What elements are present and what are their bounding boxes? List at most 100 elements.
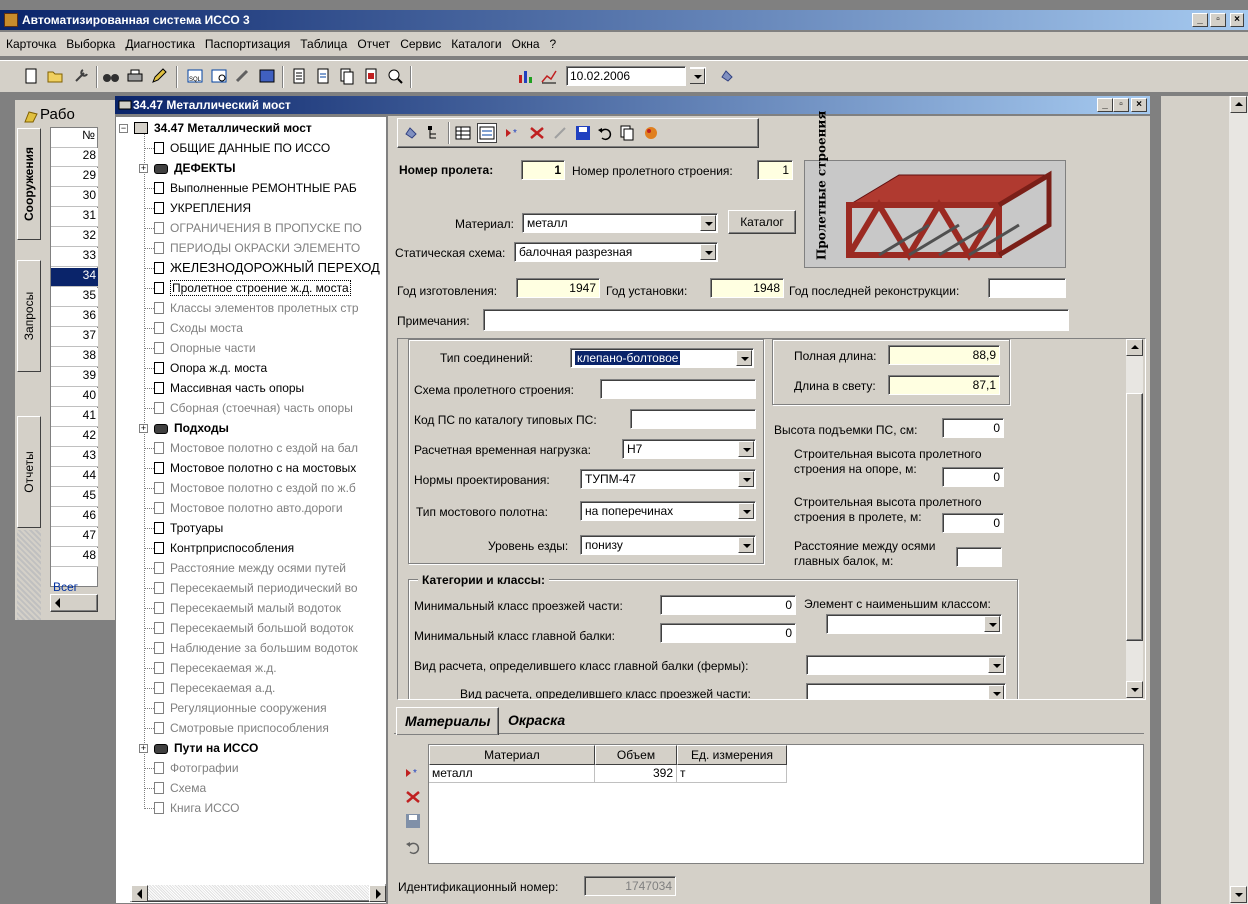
tree-item[interactable]: Книга ИССО	[154, 799, 239, 817]
height-support-field[interactable]: 0	[942, 467, 1004, 487]
parameters-vscrollbar[interactable]	[1126, 339, 1143, 699]
design-norms-select[interactable]: ТУПМ-47	[580, 469, 756, 489]
tree-scroll-right[interactable]	[369, 885, 386, 902]
list-row[interactable]: 28	[51, 148, 98, 167]
main-vscrollbar[interactable]	[1228, 96, 1248, 904]
chevron-down-icon[interactable]	[988, 685, 1004, 699]
list-row[interactable]: 29	[51, 168, 98, 187]
catalog-button[interactable]: Каталог	[728, 210, 796, 234]
tree-hscrollbar[interactable]	[130, 884, 386, 902]
tree-item[interactable]: Классы элементов пролетных стр	[154, 299, 359, 317]
tree-scroll-left[interactable]	[131, 885, 148, 902]
menu-passport[interactable]: Паспортизация	[199, 32, 294, 54]
column-header-volume[interactable]: Объем	[595, 745, 677, 765]
tree-item[interactable]: Мостовое полотно с на мостовых	[154, 459, 356, 477]
scroll-thumb[interactable]	[1126, 393, 1143, 641]
list-row[interactable]: 43	[51, 448, 98, 467]
tree-item[interactable]: Выполненные РЕМОНТНЫЕ РАБ	[154, 179, 357, 197]
deck-type-select[interactable]: на поперечинах	[580, 501, 756, 521]
full-length-field[interactable]: 88,9	[888, 345, 1000, 365]
add-record-icon[interactable]: *	[404, 764, 422, 782]
tree-item[interactable]: 34.47 Металлический мост	[134, 119, 312, 137]
span-scheme-field[interactable]	[600, 379, 756, 399]
pencil-icon[interactable]	[150, 67, 168, 85]
menu-selection[interactable]: Выборка	[60, 32, 119, 54]
year-reconstruction-field[interactable]	[988, 278, 1066, 298]
report-copy-icon[interactable]	[338, 67, 356, 85]
scroll-up-icon[interactable]	[1126, 339, 1143, 356]
tree-item[interactable]: Опорные части	[154, 339, 256, 357]
undo-icon[interactable]	[596, 124, 614, 142]
tree-item[interactable]: Схема	[154, 779, 206, 797]
close-button[interactable]: ×	[1230, 13, 1244, 27]
tree-item[interactable]: Подходы	[154, 419, 229, 437]
list-row[interactable]: 42	[51, 428, 98, 447]
scroll-down-icon[interactable]	[1230, 886, 1247, 903]
camber-field[interactable]: 0	[942, 418, 1004, 438]
design-load-select[interactable]: Н7	[622, 439, 756, 459]
color-palette-icon[interactable]	[642, 124, 660, 142]
form-view-icon[interactable]	[477, 123, 497, 143]
chevron-down-icon[interactable]	[700, 215, 716, 231]
line-chart-icon[interactable]	[540, 67, 558, 85]
delete-record-icon[interactable]	[404, 788, 422, 806]
list-row[interactable]: 40	[51, 388, 98, 407]
structures-list[interactable]: № 28 29 30 31 32 33 34 35 36 37 38 39 40 41 42 43 44 45 46…	[50, 127, 98, 594]
tree-item[interactable]: ПЕРИОДЫ ОКРАСКИ ЭЛЕМЕНТО	[154, 239, 360, 257]
save-icon[interactable]	[574, 124, 592, 142]
maximize-button[interactable]: ▫	[1210, 13, 1226, 27]
menu-table[interactable]: Таблица	[294, 32, 351, 54]
tree-item[interactable]: ОБЩИЕ ДАННЫЕ ПО ИССО	[154, 139, 330, 157]
list-row[interactable]: 45	[51, 488, 98, 507]
materials-table[interactable]: Материал Объем Ед. измерения металл 392 …	[428, 744, 1144, 864]
scroll-left-icon[interactable]	[55, 598, 60, 608]
print-icon[interactable]	[126, 67, 144, 85]
tab-structures[interactable]: Сооружения	[17, 128, 41, 240]
cell-material[interactable]: металл	[429, 765, 595, 783]
tree-item[interactable]: Пересекаемая ж.д.	[154, 659, 277, 677]
tree-item[interactable]: Пересекаемый малый водоток	[154, 599, 341, 617]
chevron-down-icon[interactable]	[988, 657, 1004, 673]
tree-item[interactable]: ОГРАНИЧЕНИЯ В ПРОПУСКЕ ПО	[154, 219, 362, 237]
list-row[interactable]: 31	[51, 208, 98, 227]
chevron-down-icon[interactable]	[736, 350, 752, 366]
list-row[interactable]: 47	[51, 528, 98, 547]
tree-item[interactable]: Опора ж.д. моста	[154, 359, 267, 377]
minimize-button[interactable]: _	[1192, 13, 1208, 27]
tree-item[interactable]: Пролетное строение ж.д. моста	[154, 279, 351, 297]
tab-materials[interactable]: Материалы	[396, 707, 500, 735]
list-row[interactable]: 48	[51, 548, 98, 567]
tree-item[interactable]: Мостовое полотно с ездой по ж.б	[154, 479, 356, 497]
chevron-down-icon[interactable]	[738, 537, 754, 553]
list-row[interactable]: 36	[51, 308, 98, 327]
tree-item[interactable]: Смотровые приспособления	[154, 719, 329, 737]
wrench-icon[interactable]	[72, 67, 90, 85]
table-view-icon[interactable]	[454, 124, 472, 142]
column-header-unit[interactable]: Ед. измерения	[677, 745, 787, 765]
list-row[interactable]: 34	[51, 268, 98, 287]
tree-item[interactable]: Мостовое полотно авто.дороги	[154, 499, 343, 517]
expand-toggle-icon[interactable]: −	[119, 124, 128, 133]
material-select[interactable]: металл	[522, 213, 718, 233]
menu-report[interactable]: Отчет	[351, 32, 394, 54]
road-calc-select[interactable]	[806, 683, 1006, 699]
tree-item[interactable]: ДЕФЕКТЫ	[154, 159, 236, 177]
menu-service[interactable]: Сервис	[394, 32, 445, 54]
weakest-element-select[interactable]	[826, 614, 1002, 634]
binoculars-icon[interactable]	[102, 67, 120, 85]
tree-item[interactable]: Наблюдение за большим водоток	[154, 639, 358, 657]
sql-query-icon[interactable]: SQL	[186, 67, 204, 85]
expand-toggle-icon[interactable]: +	[139, 744, 148, 753]
expand-toggle-icon[interactable]: +	[139, 424, 148, 433]
list-row[interactable]: 37	[51, 328, 98, 347]
list-row[interactable]: 35	[51, 288, 98, 307]
report-search-icon[interactable]	[386, 67, 404, 85]
structure-tree[interactable]: 34.47 Металлический мост − ОБЩИЕ ДАННЫЕ ПО…	[115, 116, 387, 904]
refresh-icon[interactable]	[402, 124, 420, 142]
tree-item[interactable]: УКРЕПЛЕНИЯ	[154, 199, 251, 217]
tree-view-icon[interactable]	[426, 124, 444, 142]
list-row[interactable]: 33	[51, 248, 98, 267]
menu-windows[interactable]: Окна	[506, 32, 544, 54]
chevron-down-icon[interactable]	[984, 616, 1000, 632]
tab-reports[interactable]: Отчеты	[17, 416, 41, 528]
